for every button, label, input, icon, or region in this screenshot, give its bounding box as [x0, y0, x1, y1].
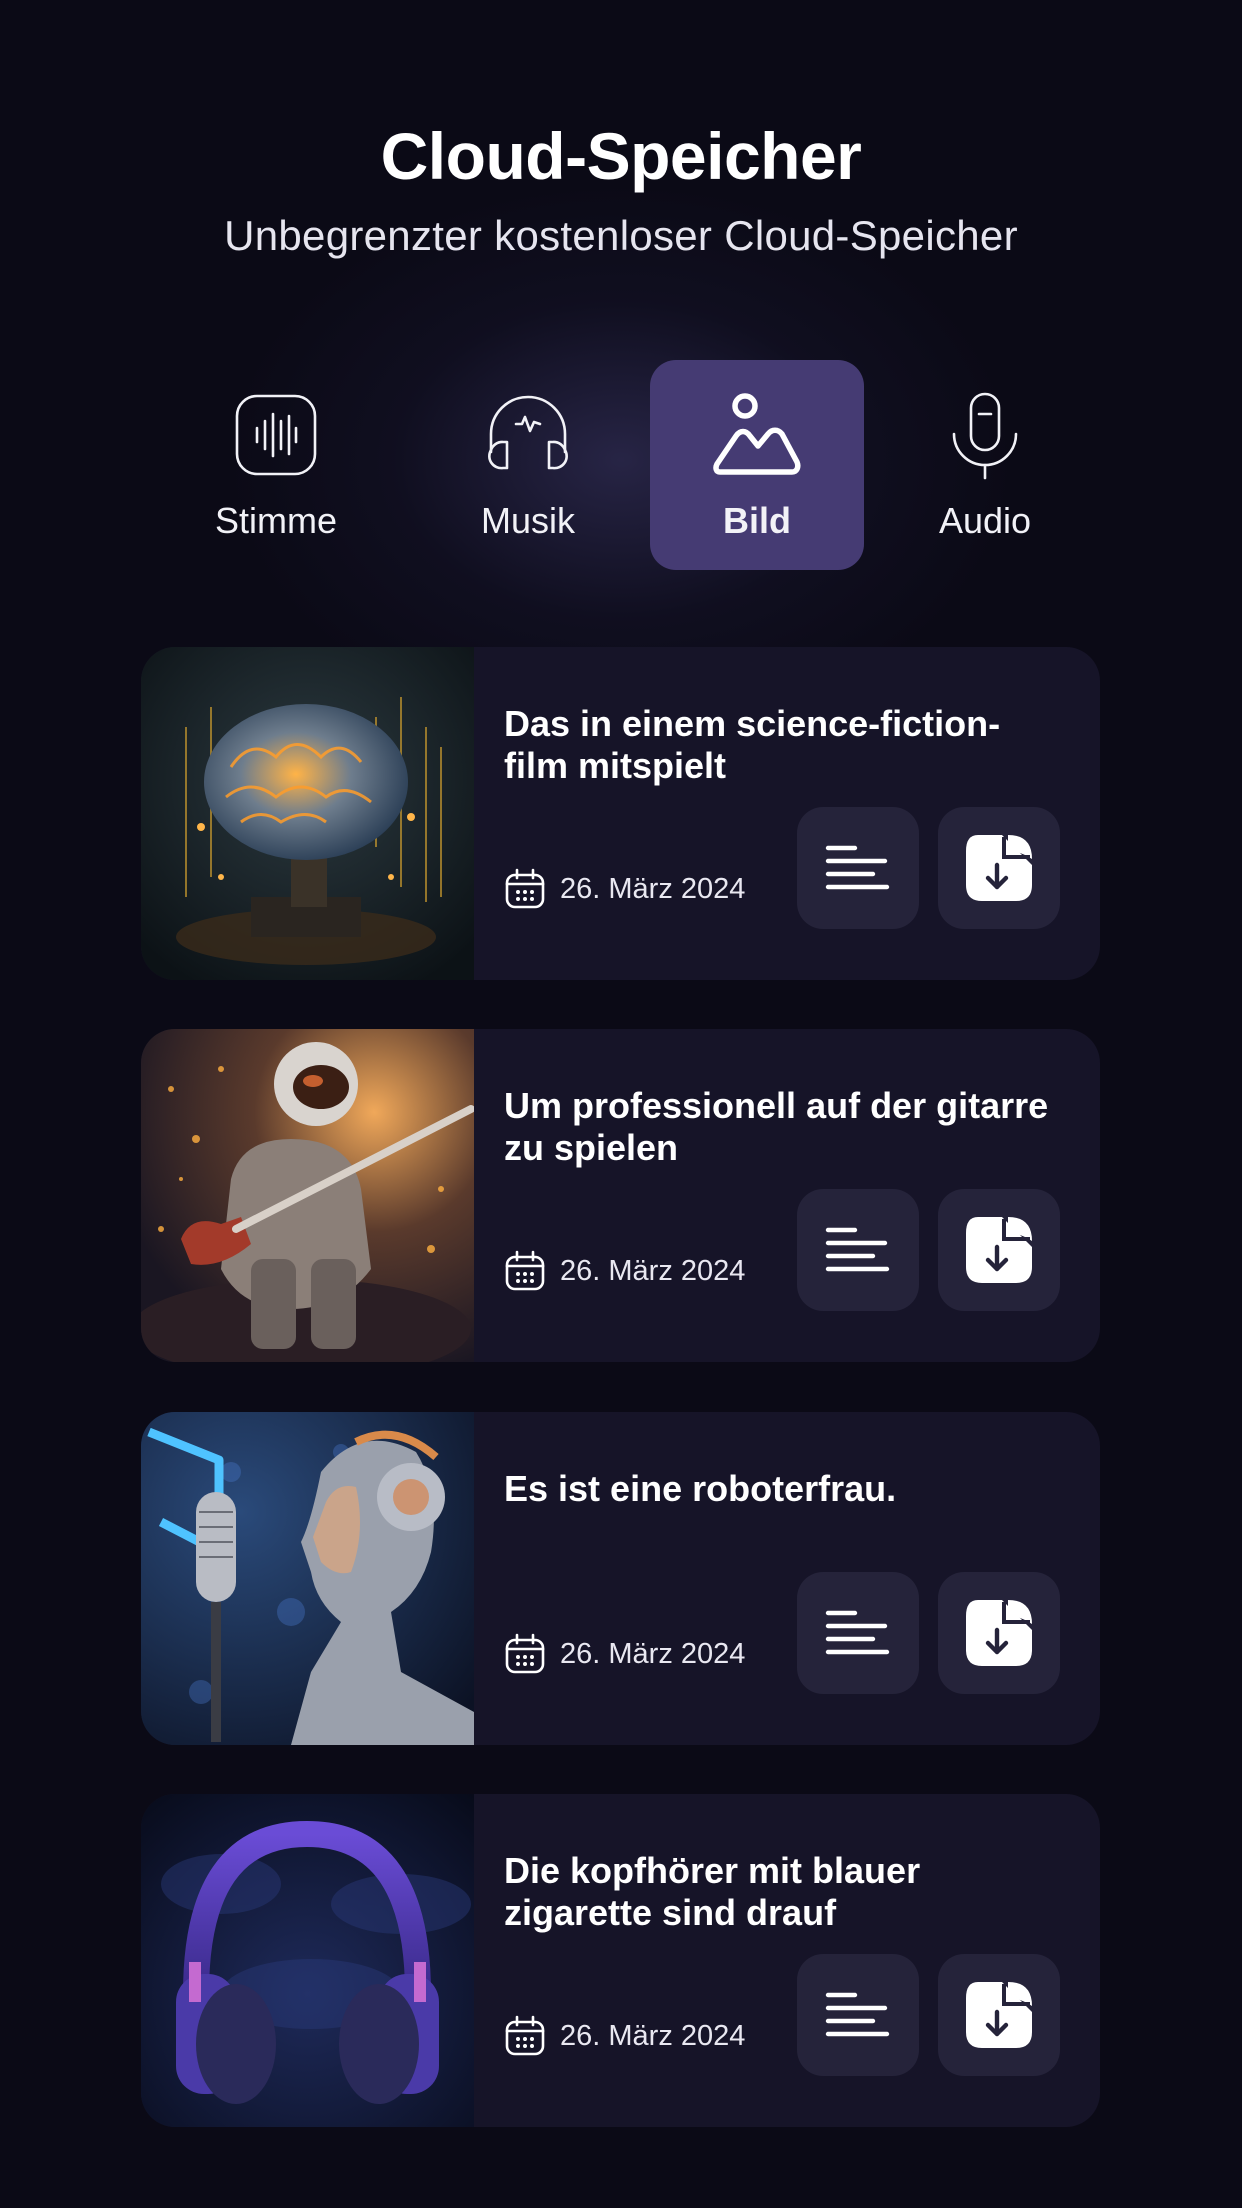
tab-label: Stimme: [214, 500, 337, 541]
download-button[interactable]: [938, 1189, 1060, 1311]
item-title: Es ist eine roboterfrau.: [504, 1468, 897, 1509]
item-title: Die kopfhörer mit blauer zigarette sind …: [504, 1850, 921, 1933]
file-download-icon: [966, 1217, 1032, 1283]
headphones-icon: [421, 390, 635, 480]
list-item[interactable]: Die kopfhörer mit blauer zigarette sind …: [141, 1794, 1100, 2127]
tab-musik[interactable]: Musik: [421, 360, 635, 570]
page-title: Cloud-Speicher: [380, 119, 862, 193]
date-text: 26. März 2024: [560, 872, 746, 905]
file-download-icon: [966, 835, 1032, 901]
details-button[interactable]: [797, 1189, 919, 1311]
list-item[interactable]: Es ist eine roboterfrau. 26. März 2024: [141, 1412, 1100, 1745]
details-button[interactable]: [797, 807, 919, 929]
thumbnail-robot-woman-image: [141, 1412, 474, 1745]
item-date: 26. März 2024: [504, 1249, 745, 1293]
date-text: 26. März 2024: [560, 1254, 746, 1287]
calendar-icon: [505, 1250, 545, 1291]
tab-label: Musik: [480, 500, 575, 541]
text-lines-icon: [825, 1992, 890, 2037]
image-icon: [650, 390, 864, 480]
item-date: 26. März 2024: [504, 1632, 745, 1676]
voice-waveform-icon: [169, 390, 383, 480]
tab-stimme[interactable]: Stimme: [169, 360, 383, 570]
list-item[interactable]: Um professionell auf der gitarre zu spie…: [141, 1029, 1100, 1362]
details-button[interactable]: [797, 1572, 919, 1694]
item-date: 26. März 2024: [504, 2014, 745, 2058]
text-lines-icon: [825, 1610, 890, 1655]
download-button[interactable]: [938, 1954, 1060, 2076]
category-tabs: Stimme Musik Bild Audio: [0, 360, 1242, 570]
item-title: Um professionell auf der gitarre zu spie…: [504, 1085, 1049, 1168]
file-download-icon: [966, 1600, 1032, 1666]
page-subtitle: Unbegrenzter kostenloser Cloud-Speicher: [224, 212, 1018, 259]
tab-label: Audio: [938, 500, 1032, 541]
list-item[interactable]: Das in einem science-fiction-film mitspi…: [141, 647, 1100, 980]
date-text: 26. März 2024: [560, 1637, 746, 1670]
tab-audio[interactable]: Audio: [878, 360, 1092, 570]
download-button[interactable]: [938, 1572, 1060, 1694]
calendar-icon: [505, 868, 545, 909]
calendar-icon: [505, 2015, 545, 2056]
item-date: 26. März 2024: [504, 867, 745, 911]
text-lines-icon: [825, 1227, 890, 1272]
details-button[interactable]: [797, 1954, 919, 2076]
thumbnail-headphones-image: [141, 1794, 474, 2127]
date-text: 26. März 2024: [560, 2019, 746, 2052]
thumbnail-brain-image: [141, 647, 474, 980]
tab-bild[interactable]: Bild: [650, 360, 864, 570]
download-button[interactable]: [938, 807, 1060, 929]
microphone-icon: [878, 390, 1092, 480]
tab-label: Bild: [723, 500, 791, 541]
file-download-icon: [966, 1982, 1032, 2048]
thumbnail-astronaut-image: [141, 1029, 474, 1362]
calendar-icon: [505, 1633, 545, 1674]
text-lines-icon: [825, 845, 890, 890]
item-title: Das in einem science-fiction-film mitspi…: [504, 703, 1001, 786]
